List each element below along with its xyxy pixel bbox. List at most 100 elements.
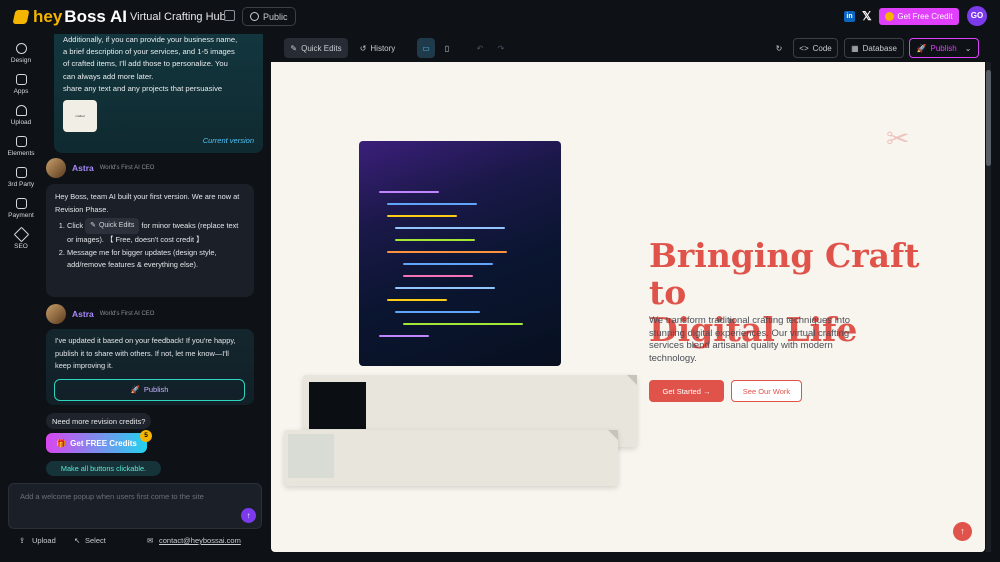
chat-bottom-tools: ⇪ Upload ↖ Select ✉ contact@heybossai.co…	[8, 535, 262, 549]
credits-badge: 5	[140, 430, 152, 442]
quick-edits-label: Quick Edits	[301, 43, 342, 53]
database-button[interactable]: ▦ Database	[844, 38, 904, 58]
message-line: can always add more later.	[63, 71, 154, 81]
author-role: World's First AI CEO	[99, 165, 155, 171]
hero-code-image	[359, 141, 561, 366]
history-button[interactable]: ↺ History	[355, 38, 400, 58]
nav-label: 3rd Party	[7, 181, 35, 188]
message-line: share any text and any projects that per…	[63, 83, 223, 93]
current-version-label: Current version	[202, 136, 254, 145]
chevron-down-icon[interactable]: ⌄	[965, 44, 972, 53]
hero-subtext: We transform traditional crafting techni…	[649, 315, 851, 364]
magic-wand-icon	[13, 226, 29, 243]
author-name: Astra	[72, 309, 94, 319]
craft-card[interactable]	[284, 430, 618, 486]
nav-label: Apps	[13, 88, 29, 95]
code-button[interactable]: <> Code	[793, 38, 838, 58]
need-credits-label: Need more revision credits?	[46, 413, 152, 429]
cloud-upload-icon	[15, 105, 27, 116]
nav-item-3rd-party[interactable]: 3rd Party	[0, 167, 42, 188]
quick-edits-button[interactable]: ✎ Quick Edits	[284, 38, 348, 58]
database-label: Database	[862, 43, 897, 53]
heyboss-logo-icon	[12, 10, 30, 24]
wallet-icon	[15, 198, 27, 209]
instruction-list: Click ✎Quick Edits for minor tweaks (rep…	[67, 218, 245, 272]
gift-icon: 🎁	[56, 438, 67, 448]
list-item: Click ✎Quick Edits for minor tweaks (rep…	[67, 218, 245, 247]
preview-scrollbar[interactable]	[986, 62, 991, 552]
scroll-to-top-icon[interactable]: ↑	[953, 522, 972, 541]
user-avatar[interactable]: GO	[967, 6, 987, 26]
get-free-credits-label: Get FREE Credits	[70, 438, 137, 448]
inline-publish-button[interactable]: 🚀 Publish	[54, 379, 245, 401]
chat-message-assistant: I've updated it based on your feedback! …	[46, 329, 254, 405]
palette-icon	[15, 43, 27, 54]
nav-label: Elements	[7, 150, 35, 157]
chat-input-box: ↑	[8, 483, 262, 529]
globe-icon	[250, 12, 259, 21]
scrollbar-thumb[interactable]	[986, 70, 991, 166]
quick-edits-chip-icon: ✎	[90, 221, 96, 229]
nav-item-payment[interactable]: Payment	[0, 198, 42, 219]
get-started-button[interactable]: Get Started →	[649, 380, 724, 402]
upload-button[interactable]: Upload	[32, 536, 56, 545]
card-image	[288, 434, 334, 478]
chat-message-assistant: Hey Boss, team AI built your first versi…	[46, 184, 254, 297]
code-icon: <>	[799, 43, 809, 53]
app-title: Virtual Crafting Hub	[130, 11, 226, 23]
author-name: Astra	[72, 163, 94, 173]
linkedin-icon[interactable]: in	[844, 11, 855, 22]
scissors-icon: ✂	[886, 123, 910, 154]
message-intro: Hey Boss, team AI built your first versi…	[55, 192, 240, 214]
mail-icon: ✉	[147, 536, 154, 545]
nav-item-upload[interactable]: Upload	[0, 105, 42, 126]
get-free-credit-button[interactable]: Get Free Credit	[879, 8, 959, 25]
astra-avatar	[46, 304, 66, 324]
redo-icon[interactable]: ↷	[493, 38, 509, 58]
desktop-view-icon[interactable]: ▭	[417, 38, 435, 58]
nav-item-apps[interactable]: Apps	[0, 74, 42, 95]
chat-input[interactable]	[20, 492, 240, 501]
undo-icon[interactable]: ↶	[472, 38, 488, 58]
attached-image-thumbnail[interactable]: crafted	[63, 100, 97, 132]
apps-grid-icon	[15, 74, 27, 85]
card-image	[309, 382, 366, 429]
magic-wand-icon: ✎	[290, 43, 298, 53]
contact-email-link[interactable]: contact@heybossai.com	[159, 536, 241, 545]
public-button[interactable]: Public	[242, 7, 296, 26]
heyboss-logo[interactable]: hey Boss AI	[12, 7, 127, 27]
author-header: Astra World's First AI CEO	[46, 304, 154, 324]
click-text: Click	[67, 220, 84, 230]
history-label: History	[370, 43, 396, 53]
select-button[interactable]: Select	[85, 536, 106, 545]
x-twitter-icon[interactable]: 𝕏	[862, 9, 872, 23]
nav-item-design[interactable]: Design	[0, 43, 42, 64]
author-role: World's First AI CEO	[99, 311, 155, 317]
copy-icon[interactable]	[224, 10, 235, 21]
quick-edits-chip[interactable]: ✎ Quick Edits	[85, 218, 140, 234]
coin-icon	[885, 12, 895, 21]
nav-label: Payment	[8, 212, 34, 219]
code-label: Code	[812, 43, 832, 53]
get-free-credit-label: Get Free Credit	[897, 12, 953, 21]
see-our-work-button[interactable]: See Our Work	[731, 380, 802, 402]
publish-button[interactable]: 🚀 Publish ⌄	[909, 38, 979, 58]
history-icon: ↺	[359, 43, 367, 53]
rocket-icon: 🚀	[130, 384, 140, 394]
upload-icon: ⇪	[19, 536, 26, 545]
mobile-view-icon[interactable]: ▯	[439, 38, 455, 58]
refresh-icon[interactable]: ↻	[771, 38, 787, 58]
quick-edits-chip-label: Quick Edits	[98, 221, 135, 229]
suggestion-chip[interactable]: Make all buttons clickable.	[46, 461, 161, 476]
get-free-credits-button[interactable]: 🎁 Get FREE Credits	[46, 433, 147, 453]
nav-label: Design	[10, 57, 32, 64]
message-line: a brief description of your services, an…	[63, 47, 235, 57]
astra-avatar	[46, 158, 66, 178]
preview-area: ✎ Quick Edits ↺ History ▭ ▯ ↶ ↷ ↻ <> Code ▦…	[271, 34, 991, 554]
nav-label: Upload	[10, 119, 32, 126]
send-icon[interactable]: ↑	[241, 508, 256, 523]
author-header: Astra World's First AI CEO	[46, 158, 154, 178]
nav-item-seo[interactable]: SEO	[0, 226, 42, 250]
chat-message-user: Additionally, if you can provide your bu…	[54, 34, 263, 153]
nav-item-elements[interactable]: Elements	[0, 136, 42, 157]
